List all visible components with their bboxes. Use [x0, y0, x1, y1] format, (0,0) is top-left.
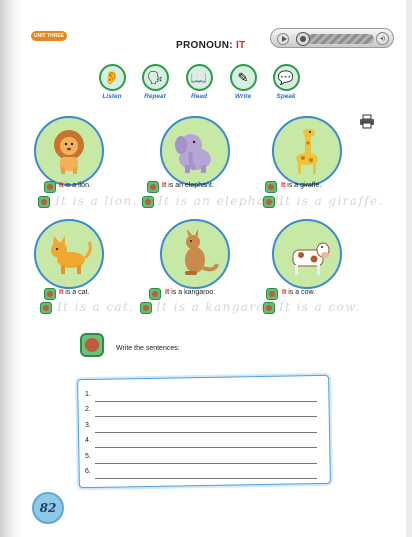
- play-icon[interactable]: [277, 33, 289, 45]
- sentence-elephant: It is an elephant.: [162, 182, 214, 189]
- trace-line: It is a cow.: [279, 300, 361, 314]
- printer-icon[interactable]: [359, 114, 375, 129]
- sentence-cow: It is a cow.: [282, 289, 315, 296]
- answer-line-5: 5.: [85, 453, 325, 465]
- pronoun: It: [165, 289, 170, 296]
- pronoun: It: [281, 182, 286, 189]
- write-icon: [140, 302, 152, 314]
- activity-read[interactable]: 📖 Read: [182, 64, 216, 100]
- exercise-instruction: Write the sentences:: [116, 345, 180, 352]
- write-exercise-icon: [80, 333, 104, 357]
- speaker-icon[interactable]: [44, 288, 56, 300]
- pronoun: It: [282, 289, 287, 296]
- activity-label: Write: [234, 93, 252, 100]
- speaker-icon[interactable]: [265, 181, 277, 193]
- repeat-icon: 🗣: [141, 64, 169, 91]
- cat-picture: [34, 219, 104, 289]
- activity-label: Listen: [102, 93, 122, 100]
- giraffe-picture: [272, 116, 342, 186]
- page-title: PRONOUN: IT: [176, 40, 245, 51]
- write-icon: [263, 196, 275, 208]
- sentence-rest: is a kangaroo.: [171, 289, 216, 296]
- line-number: 6.: [85, 468, 91, 475]
- sentence-rest: is an elephant.: [168, 182, 214, 189]
- line-number: 2.: [85, 406, 91, 413]
- sentence-cat: It is a cat.: [59, 289, 89, 296]
- line-number: 5.: [85, 453, 91, 460]
- speaker-icon[interactable]: [266, 288, 278, 300]
- line-number: 1.: [85, 391, 91, 398]
- speaker-icon[interactable]: [149, 288, 161, 300]
- write-icon: [263, 302, 275, 314]
- volume-icon[interactable]: ◂): [376, 32, 389, 45]
- trace-line: It is a kangaroo.: [156, 300, 279, 314]
- read-icon: 📖: [185, 64, 213, 91]
- line-number: 3.: [85, 422, 91, 429]
- answer-input-2[interactable]: [95, 408, 317, 417]
- write-icon: [38, 196, 50, 208]
- pronoun: It: [59, 289, 64, 296]
- sentence-lion: It is a lion.: [59, 182, 91, 189]
- sentence-giraffe: It is a giraffe.: [281, 182, 321, 189]
- answer-line-3: 3.: [85, 422, 325, 434]
- elephant-icon: [175, 134, 211, 173]
- sentence-rest: is a giraffe.: [287, 182, 322, 189]
- lion-icon: [54, 130, 84, 174]
- write-icon: [40, 302, 52, 314]
- answer-input-6[interactable]: [95, 470, 317, 479]
- audio-player: ◂): [270, 28, 394, 48]
- answer-line-4: 4.: [85, 437, 325, 449]
- answer-line-1: 1.: [85, 391, 325, 403]
- audio-progress-knob[interactable]: [296, 32, 310, 46]
- kangaroo-icon: [185, 229, 219, 275]
- sentence-rest: is a cow.: [288, 289, 316, 296]
- activity-label: Speak: [276, 93, 296, 100]
- cow-icon: [292, 242, 330, 275]
- speaker-icon[interactable]: [44, 181, 56, 193]
- trace-line: It is a cat.: [57, 300, 135, 314]
- page-title-prefix: PRONOUN:: [176, 40, 233, 51]
- write-icon: [142, 196, 154, 208]
- answer-input-3[interactable]: [95, 424, 317, 433]
- activity-label: Repeat: [144, 93, 166, 100]
- trace-line: It is a lion.: [55, 194, 138, 208]
- activity-write[interactable]: ✎ Write: [226, 64, 260, 100]
- page-number: 82: [32, 492, 64, 524]
- sentence-kangaroo: It is a kangaroo.: [165, 289, 215, 296]
- line-number: 4.: [85, 437, 91, 444]
- speak-icon: 💬: [272, 64, 300, 91]
- write-icon: ✎: [229, 64, 257, 91]
- page-edge-right: [406, 0, 412, 537]
- sentence-rest: is a cat.: [65, 289, 90, 296]
- answer-line-6: 6.: [85, 468, 325, 480]
- sentence-rest: is a lion.: [65, 182, 91, 189]
- activity-repeat[interactable]: 🗣 Repeat: [138, 64, 172, 100]
- pronoun: It: [162, 182, 167, 189]
- unit-badge: UNIT THREE: [31, 31, 67, 41]
- speaker-icon[interactable]: [147, 181, 159, 193]
- listen-icon: 👂: [98, 64, 126, 91]
- lion-picture: [34, 116, 104, 186]
- kangaroo-picture: [160, 219, 230, 289]
- answer-input-5[interactable]: [95, 455, 317, 464]
- activity-speak[interactable]: 💬 Speak: [269, 64, 303, 100]
- page-edge-shadow: [0, 0, 22, 537]
- cow-picture: [272, 219, 342, 289]
- answer-line-2: 2.: [85, 406, 325, 418]
- answer-input-1[interactable]: [95, 393, 317, 402]
- activity-label: Read: [191, 93, 207, 100]
- activity-listen[interactable]: 👂 Listen: [95, 64, 129, 100]
- elephant-picture: [160, 116, 230, 186]
- page-title-highlight: IT: [235, 40, 246, 51]
- giraffe-icon: [296, 129, 318, 174]
- answer-input-4[interactable]: [95, 439, 317, 448]
- pronoun: It: [59, 182, 64, 189]
- trace-line: It is a giraffe.: [279, 194, 384, 208]
- cat-icon: [51, 236, 92, 274]
